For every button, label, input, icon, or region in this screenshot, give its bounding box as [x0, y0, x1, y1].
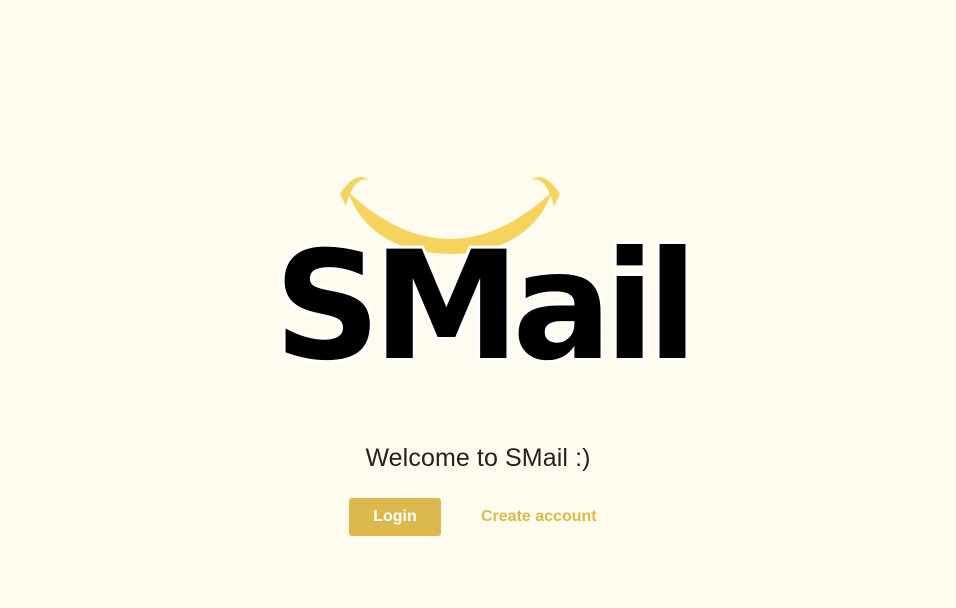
auth-actions: Login Create account [349, 498, 597, 536]
login-button[interactable]: Login [349, 498, 441, 536]
welcome-heading: Welcome to SMail :) [365, 444, 591, 472]
create-account-link[interactable]: Create account [481, 498, 597, 536]
logo-wordmark: SMail [274, 220, 690, 370]
smail-logo: SMail [270, 170, 694, 370]
smail-logo-graphic: SMail [271, 177, 694, 370]
